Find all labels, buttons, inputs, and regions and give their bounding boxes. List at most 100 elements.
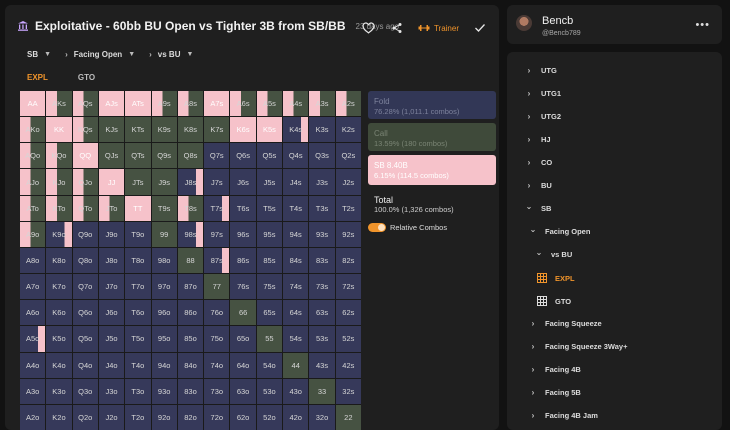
hand-cell-J4o[interactable]: J4o <box>98 352 125 378</box>
hand-cell-AJo[interactable]: AJo <box>20 169 46 195</box>
hand-cell-87o[interactable]: 87o <box>177 274 204 300</box>
hand-cell-T3s[interactable]: T3s <box>309 195 335 221</box>
trainer-button[interactable]: Trainer <box>418 22 459 34</box>
hand-cell-88[interactable]: 88 <box>177 247 204 274</box>
hand-cell-74o[interactable]: 74o <box>204 352 230 378</box>
hand-cell-T6o[interactable]: T6o <box>125 300 151 326</box>
hand-cell-A3o[interactable]: A3o <box>20 378 46 404</box>
hand-cell-QJo[interactable]: QJo <box>72 169 98 195</box>
tree-item-facing-5b[interactable]: › Facing 5B <box>529 388 581 397</box>
hand-cell-33[interactable]: 33 <box>309 378 335 404</box>
hand-cell-K8o[interactable]: K8o <box>46 247 72 274</box>
filter-position[interactable]: SB ▼ <box>27 50 51 59</box>
hand-cell-K9o[interactable]: K9o <box>46 221 72 247</box>
hand-cell-54o[interactable]: 54o <box>256 352 283 378</box>
tree-item-bu[interactable]: › BU <box>525 181 552 190</box>
hand-cell-Q8s[interactable]: Q8s <box>177 143 204 169</box>
hand-cell-A6o[interactable]: A6o <box>20 300 46 326</box>
hand-cell-54s[interactable]: 54s <box>283 326 309 352</box>
hand-cell-93o[interactable]: 93o <box>151 378 177 404</box>
hand-cell-Q3s[interactable]: Q3s <box>309 143 335 169</box>
hand-cell-K6s[interactable]: K6s <box>230 117 256 143</box>
hand-cell-A9o[interactable]: A9o <box>20 221 46 247</box>
toggle-switch[interactable] <box>368 223 386 232</box>
hand-cell-J5s[interactable]: J5s <box>256 169 283 195</box>
hand-cell-Q4s[interactable]: Q4s <box>283 143 309 169</box>
hand-cell-KJo[interactable]: KJo <box>46 169 72 195</box>
tree-item-facing-squeeze[interactable]: › Facing Squeeze <box>529 319 602 328</box>
hand-cell-64s[interactable]: 64s <box>283 300 309 326</box>
tree-item-expl[interactable]: EXPL <box>537 273 575 283</box>
hand-cell-97o[interactable]: 97o <box>151 274 177 300</box>
hand-cell-73s[interactable]: 73s <box>309 274 335 300</box>
heart-icon[interactable] <box>362 21 376 35</box>
hand-cell-AKo[interactable]: AKo <box>20 117 46 143</box>
hand-cell-43o[interactable]: 43o <box>283 378 309 404</box>
hand-cell-KTs[interactable]: KTs <box>125 117 151 143</box>
hand-cell-65o[interactable]: 65o <box>230 326 256 352</box>
hand-cell-J9o[interactable]: J9o <box>98 221 125 247</box>
hand-cell-Q8o[interactable]: Q8o <box>72 247 98 274</box>
hand-cell-J5o[interactable]: J5o <box>98 326 125 352</box>
hand-cell-KK[interactable]: KK <box>46 117 72 143</box>
hand-cell-96o[interactable]: 96o <box>151 300 177 326</box>
hand-cell-62s[interactable]: 62s <box>335 300 361 326</box>
hand-cell-83s[interactable]: 83s <box>309 247 335 274</box>
relative-combos-toggle[interactable]: Relative Combos <box>368 223 496 232</box>
hand-cell-95o[interactable]: 95o <box>151 326 177 352</box>
tree-item-co[interactable]: › CO <box>525 158 553 167</box>
hand-cell-A2s[interactable]: A2s <box>335 91 361 117</box>
hand-cell-ATo[interactable]: ATo <box>20 195 46 221</box>
hand-cell-K4o[interactable]: K4o <box>46 352 72 378</box>
hand-cell-73o[interactable]: 73o <box>204 378 230 404</box>
hand-cell-T5o[interactable]: T5o <box>125 326 151 352</box>
hand-cell-A9s[interactable]: A9s <box>151 91 177 117</box>
hand-cell-Q5s[interactable]: Q5s <box>256 143 283 169</box>
hand-cell-J3s[interactable]: J3s <box>309 169 335 195</box>
hand-cell-A7o[interactable]: A7o <box>20 274 46 300</box>
hand-cell-KQs[interactable]: KQs <box>72 117 98 143</box>
hand-cell-Q9s[interactable]: Q9s <box>151 143 177 169</box>
hand-cell-T9o[interactable]: T9o <box>125 221 151 247</box>
hand-cell-53o[interactable]: 53o <box>256 378 283 404</box>
avatar[interactable] <box>516 15 532 31</box>
hand-cell-65s[interactable]: 65s <box>256 300 283 326</box>
hand-cell-A8s[interactable]: A8s <box>177 91 204 117</box>
hand-cell-A7s[interactable]: A7s <box>204 91 230 117</box>
hand-cell-32s[interactable]: 32s <box>335 378 361 404</box>
hand-cell-66[interactable]: 66 <box>230 300 256 326</box>
hand-cell-87s[interactable]: 87s <box>204 247 230 274</box>
hand-cell-J2o[interactable]: J2o <box>98 404 125 430</box>
hand-cell-Q6s[interactable]: Q6s <box>230 143 256 169</box>
hand-cell-94o[interactable]: 94o <box>151 352 177 378</box>
tree-item-utg[interactable]: › UTG <box>525 66 557 75</box>
hand-cell-52o[interactable]: 52o <box>256 404 283 430</box>
hand-cell-T7s[interactable]: T7s <box>204 195 230 221</box>
hand-cell-TT[interactable]: TT <box>125 195 151 221</box>
hand-cell-J6o[interactable]: J6o <box>98 300 125 326</box>
hand-cell-75s[interactable]: 75s <box>256 274 283 300</box>
hand-cell-T2o[interactable]: T2o <box>125 404 151 430</box>
hand-cell-A4o[interactable]: A4o <box>20 352 46 378</box>
hand-cell-J8s[interactable]: J8s <box>177 169 204 195</box>
hand-cell-92o[interactable]: 92o <box>151 404 177 430</box>
tab-gto[interactable]: GTO <box>78 73 95 82</box>
hand-cell-K3s[interactable]: K3s <box>309 117 335 143</box>
hand-cell-43s[interactable]: 43s <box>309 352 335 378</box>
tree-item-gto[interactable]: GTO <box>537 296 571 306</box>
tree-item-sb[interactable]: ⌄ SB <box>525 202 552 213</box>
hand-cell-72o[interactable]: 72o <box>204 404 230 430</box>
hand-cell-A3s[interactable]: A3s <box>309 91 335 117</box>
tree-item-facing-4b-jam[interactable]: › Facing 4B Jam <box>529 411 598 420</box>
hand-cell-64o[interactable]: 64o <box>230 352 256 378</box>
hand-cell-T5s[interactable]: T5s <box>256 195 283 221</box>
hand-cell-JTs[interactable]: JTs <box>125 169 151 195</box>
hand-cell-85s[interactable]: 85s <box>256 247 283 274</box>
hand-cell-53s[interactable]: 53s <box>309 326 335 352</box>
hand-cell-86s[interactable]: 86s <box>230 247 256 274</box>
hand-cell-Q2s[interactable]: Q2s <box>335 143 361 169</box>
tab-expl[interactable]: EXPL <box>27 73 48 82</box>
hand-cell-J3o[interactable]: J3o <box>98 378 125 404</box>
filter-opponent[interactable]: › vs BU ▼ <box>149 50 193 59</box>
hand-cell-84s[interactable]: 84s <box>283 247 309 274</box>
